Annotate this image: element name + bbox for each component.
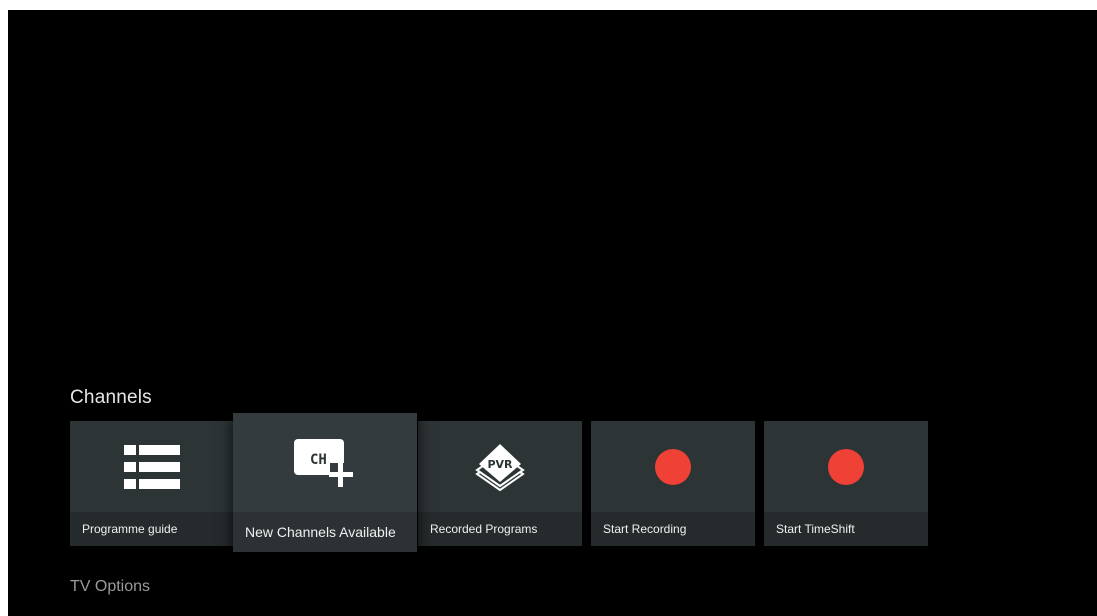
tile-label: Start Recording	[591, 512, 755, 546]
tile-icon-area: PVR	[418, 421, 582, 512]
channels-section-title: Channels	[70, 387, 152, 408]
tile-label: Programme guide	[70, 512, 234, 546]
list-icon	[124, 444, 180, 489]
record-dot-icon	[655, 448, 691, 485]
tv-options-section-title[interactable]: TV Options	[70, 578, 150, 596]
tv-home-screen: Channels Programme guide CH New Channels…	[8, 10, 1097, 616]
tile-start-recording[interactable]: Start Recording	[591, 421, 755, 546]
tile-programme-guide[interactable]: Programme guide	[70, 421, 234, 546]
tile-label: Recorded Programs	[418, 512, 582, 546]
tile-recorded-programs[interactable]: PVR Recorded Programs	[418, 421, 582, 546]
tile-icon-area: CH	[233, 413, 417, 512]
tile-label: Start TimeShift	[764, 512, 928, 546]
tile-start-timeshift[interactable]: Start TimeShift	[764, 421, 928, 546]
pvr-icon-text: PVR	[487, 458, 513, 471]
tile-label: New Channels Available	[233, 512, 417, 552]
channel-add-icon: CH	[294, 438, 354, 487]
tile-icon-area	[591, 421, 755, 512]
record-dot-icon	[828, 448, 864, 485]
pvr-icon: PVR	[475, 443, 525, 491]
channel-icon-text: CH	[310, 452, 327, 468]
tile-icon-area	[764, 421, 928, 512]
tile-new-channels-available[interactable]: CH New Channels Available	[233, 413, 417, 552]
tile-icon-area	[70, 421, 234, 512]
